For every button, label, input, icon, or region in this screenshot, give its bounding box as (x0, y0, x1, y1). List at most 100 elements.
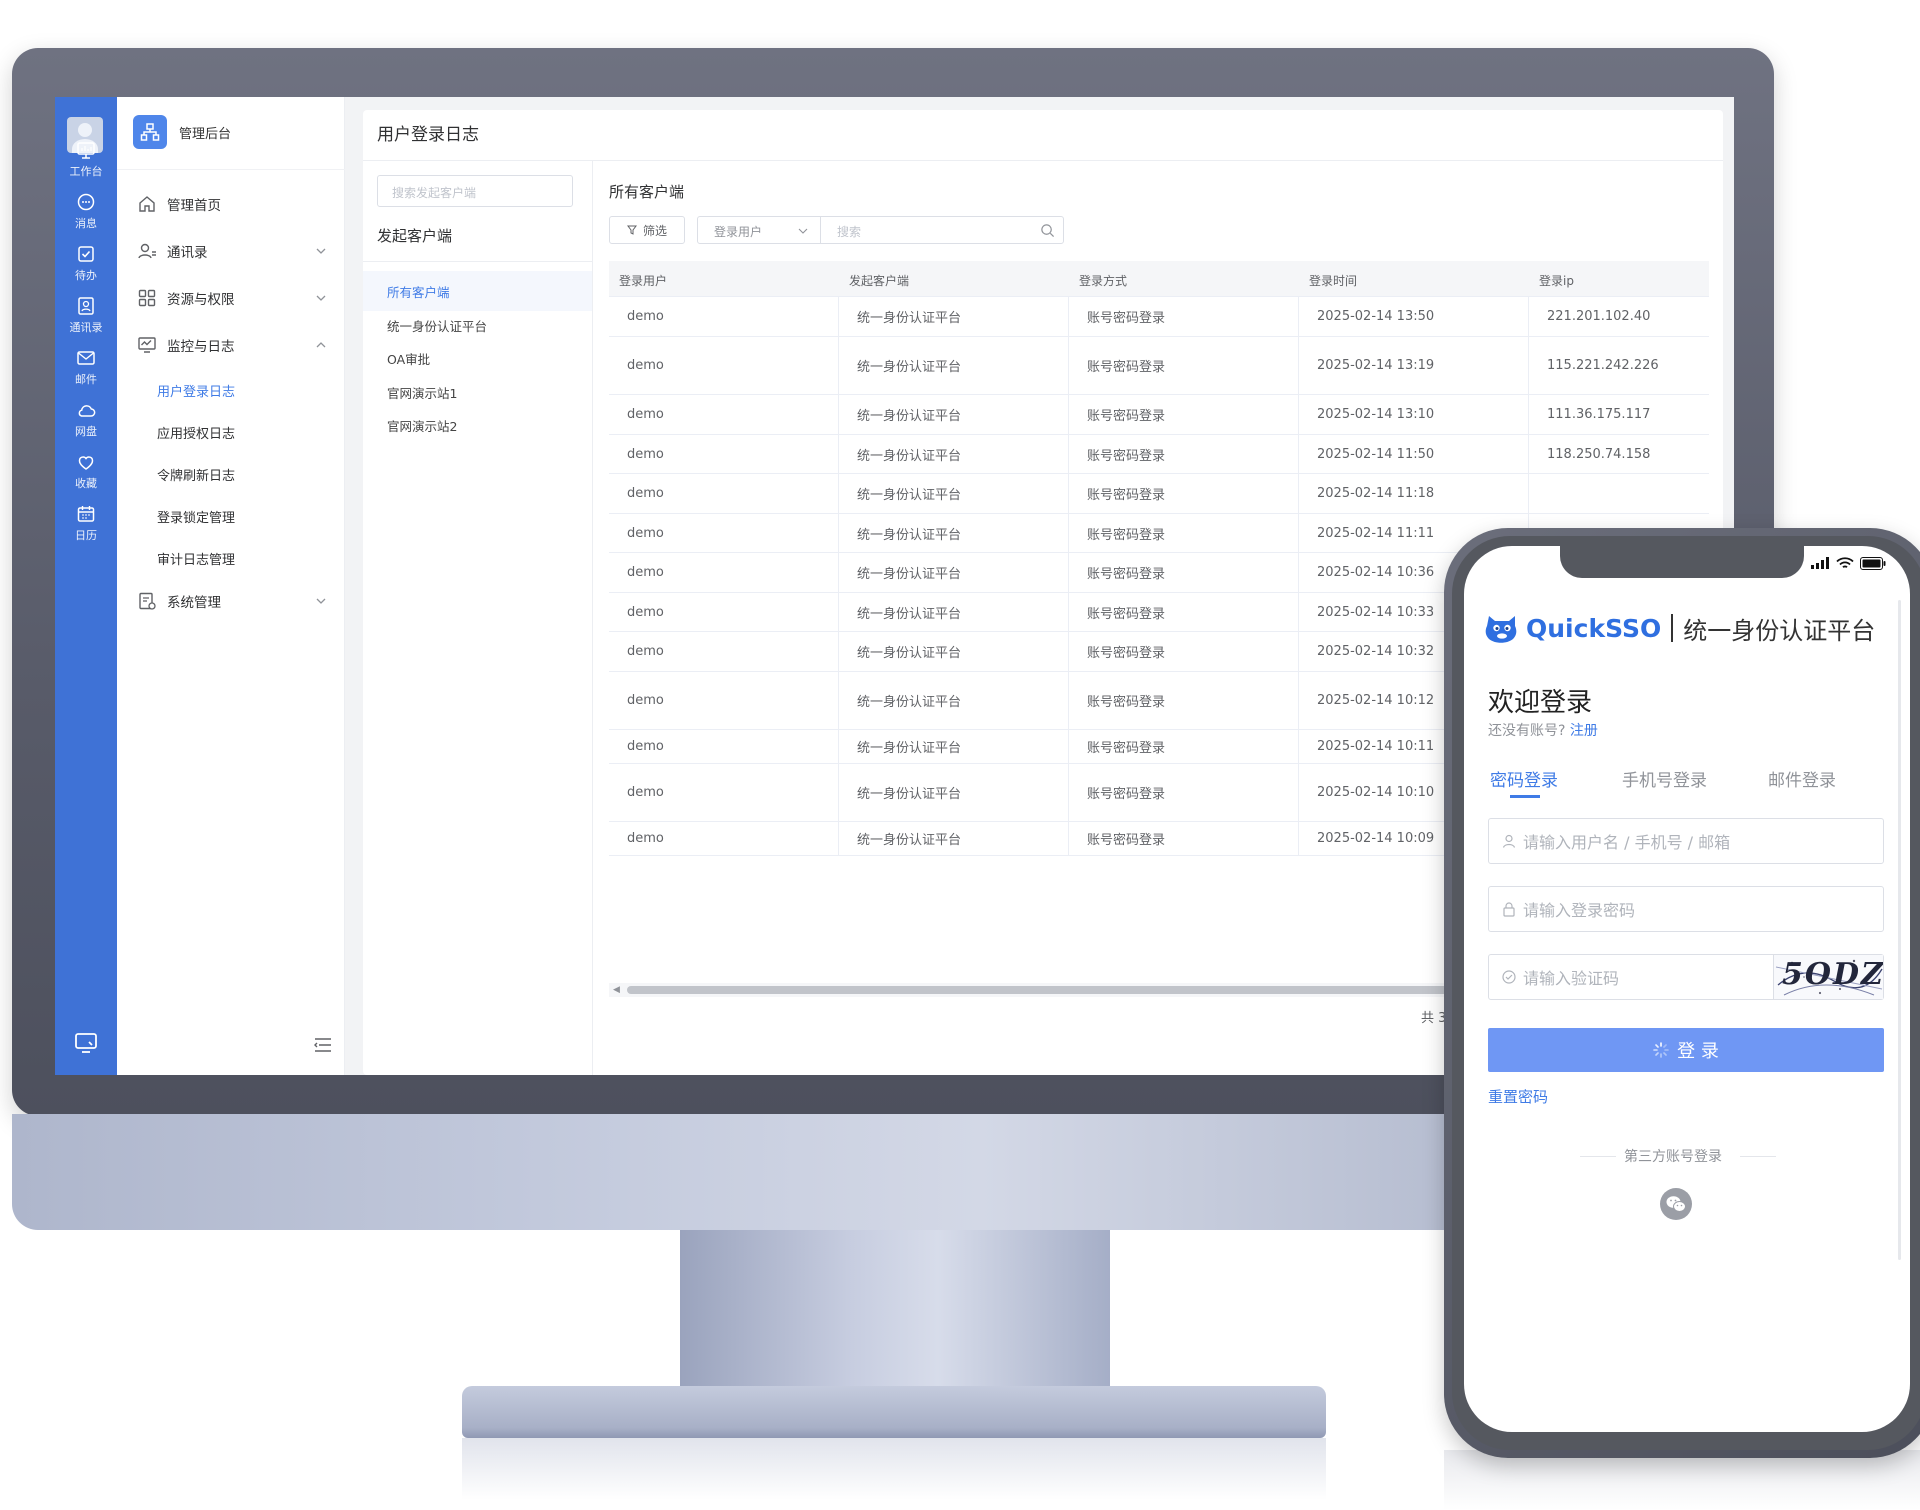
rail-item-drive[interactable]: 网盘 (55, 399, 117, 455)
mail-icon (77, 351, 95, 365)
wechat-login-button[interactable] (1660, 1188, 1692, 1220)
favorite-icon (78, 456, 94, 470)
todo-icon (78, 246, 94, 262)
phone-scrollbar[interactable] (1898, 600, 1901, 1260)
submenu-app-auth-log[interactable]: 应用授权日志 (117, 414, 345, 450)
pane-divider (363, 261, 592, 262)
rail-item-label: 待办 (75, 269, 97, 282)
message-icon (77, 193, 95, 211)
username-field[interactable]: 请输入用户名 / 手机号 / 邮箱 (1488, 818, 1884, 864)
menu-item-system[interactable]: 系统管理 (117, 581, 345, 621)
monitor-icon (138, 337, 156, 353)
cell-method: 账号密码登录 (1069, 764, 1299, 821)
cell-client: 统一身份认证平台 (839, 632, 1069, 671)
cell-client: 统一身份认证平台 (839, 822, 1069, 855)
menu-item-resources[interactable]: 资源与权限 (117, 278, 345, 318)
rail-item-mail[interactable]: 邮件 (55, 347, 117, 403)
menu-item-monitor[interactable]: 监控与日志 (117, 325, 345, 365)
filter-button[interactable]: 筛选 (609, 216, 685, 244)
submenu-user-login-log[interactable]: 用户登录日志 (117, 372, 345, 408)
reset-password-link[interactable]: 重置密码 (1488, 1086, 1548, 1107)
captcha-field[interactable]: 请输入验证码 5ODZ (1488, 954, 1884, 1000)
chevron-down-icon (316, 248, 326, 254)
captcha-text: 5ODZ (1782, 957, 1883, 992)
cloud-drive-icon (78, 405, 96, 417)
rail-item-contacts[interactable]: 通讯录 (55, 295, 117, 351)
app-rail: 工作台 消息 待办 通讯录 邮件 网盘 收藏 日历 (55, 97, 117, 1075)
cell-method: 账号密码登录 (1069, 514, 1299, 552)
tab-phone-login[interactable]: 手机号登录 (1622, 766, 1707, 791)
rail-item-favorites[interactable]: 收藏 (55, 451, 117, 507)
submenu-audit-log[interactable]: 审计日志管理 (117, 540, 345, 576)
field-select[interactable]: 登录用户 (697, 216, 821, 244)
table-row[interactable]: demo 统一身份认证平台 账号密码登录 2025-02-14 13:50 221.20… (609, 297, 1709, 337)
table-header: 登录用户 发起客户端 登录方式 登录时间 登录ip (609, 261, 1709, 297)
table-row[interactable]: demo 统一身份认证平台 账号密码登录 2025-02-14 11:18 (609, 474, 1709, 514)
cell-method: 账号密码登录 (1069, 297, 1299, 336)
table-row[interactable]: demo 统一身份认证平台 账号密码登录 2025-02-14 13:10 111.36… (609, 395, 1709, 435)
username-placeholder: 请输入用户名 / 手机号 / 邮箱 (1523, 833, 1731, 852)
collapse-menu-icon[interactable] (313, 1037, 333, 1053)
cell-user: demo (609, 395, 839, 434)
rail-item-label: 收藏 (75, 477, 97, 490)
table-row[interactable]: demo 统一身份认证平台 账号密码登录 2025-02-14 13:19 115.22… (609, 337, 1709, 395)
table-row[interactable]: demo 统一身份认证平台 账号密码登录 2025-02-14 11:50 118.25… (609, 435, 1709, 474)
rail-item-todo[interactable]: 待办 (55, 243, 117, 299)
cell-method: 账号密码登录 (1069, 632, 1299, 671)
rail-item-workbench[interactable]: 工作台 (55, 139, 117, 195)
cell-user: demo (609, 672, 839, 729)
org-chart-icon (140, 123, 160, 141)
monitor-stand-reflection (462, 1438, 1326, 1500)
quicksso-logo-icon (1485, 616, 1517, 643)
tab-email-login[interactable]: 邮件登录 (1768, 766, 1836, 791)
cell-client: 统一身份认证平台 (839, 764, 1069, 821)
login-brand: QuickSSO 统一身份认证平台 (1484, 608, 1875, 648)
filter-icon (626, 225, 637, 235)
login-button[interactable]: 登 录 (1488, 1028, 1884, 1072)
chevron-down-icon (798, 228, 808, 234)
cell-ip (1529, 474, 1709, 513)
column-header: 登录用户 (619, 274, 668, 288)
column-header: 登录ip (1539, 274, 1574, 288)
spinner-icon (1653, 1042, 1669, 1058)
cell-client: 统一身份认证平台 (839, 553, 1069, 592)
column-header: 发起客户端 (849, 274, 910, 288)
register-link[interactable]: 注册 (1570, 723, 1598, 739)
active-tab-indicator (1510, 795, 1540, 798)
cell-ip: 115.221.242.226 (1547, 358, 1659, 373)
page-title: 用户登录日志 (377, 125, 479, 145)
cell-user: demo (609, 730, 839, 763)
rail-item-label: 日历 (75, 529, 97, 542)
chevron-down-icon (316, 295, 326, 301)
resources-icon (138, 289, 156, 307)
admin-logo (133, 115, 167, 149)
cell-user: demo (609, 632, 839, 671)
scroll-left-icon[interactable]: ◀ (613, 985, 620, 995)
divider-line-right (1740, 1156, 1776, 1157)
screen-share-icon[interactable] (74, 1032, 98, 1054)
search-icon (1041, 224, 1055, 238)
brand-subtitle: 统一身份认证平台 (1683, 616, 1876, 645)
cell-method: 账号密码登录 (1069, 822, 1299, 855)
password-field[interactable]: 请输入登录密码 (1488, 886, 1884, 932)
menu-item-contacts[interactable]: 通讯录 (117, 231, 345, 271)
rail-item-message[interactable]: 消息 (55, 191, 117, 247)
cell-ip: 118.250.74.158 (1547, 446, 1651, 462)
cell-user: demo (609, 435, 839, 473)
tab-password-login[interactable]: 密码登录 (1490, 766, 1558, 791)
rail-item-calendar[interactable]: 日历 (55, 503, 117, 559)
menu-item-label: 资源与权限 (167, 292, 235, 308)
submenu-token-refresh-log[interactable]: 令牌刷新日志 (117, 456, 345, 492)
client-item-demo2[interactable]: 官网演示站2 (363, 405, 592, 445)
menu-divider (117, 169, 345, 170)
monitor-stand-base (462, 1386, 1326, 1438)
menu-header: 管理后台 (133, 115, 231, 149)
client-heading: 发起客户端 (377, 227, 453, 245)
captcha-image[interactable]: 5ODZ (1773, 955, 1883, 999)
log-search-input[interactable]: 搜索 (820, 216, 1064, 244)
client-search-input[interactable]: 搜索发起客户端 (377, 175, 573, 207)
captcha-placeholder: 请输入验证码 (1523, 969, 1620, 988)
menu-item-home[interactable]: 管理首页 (117, 184, 345, 224)
submenu-login-lock[interactable]: 登录锁定管理 (117, 498, 345, 534)
cell-time: 2025-02-14 13:50 (1299, 297, 1529, 336)
